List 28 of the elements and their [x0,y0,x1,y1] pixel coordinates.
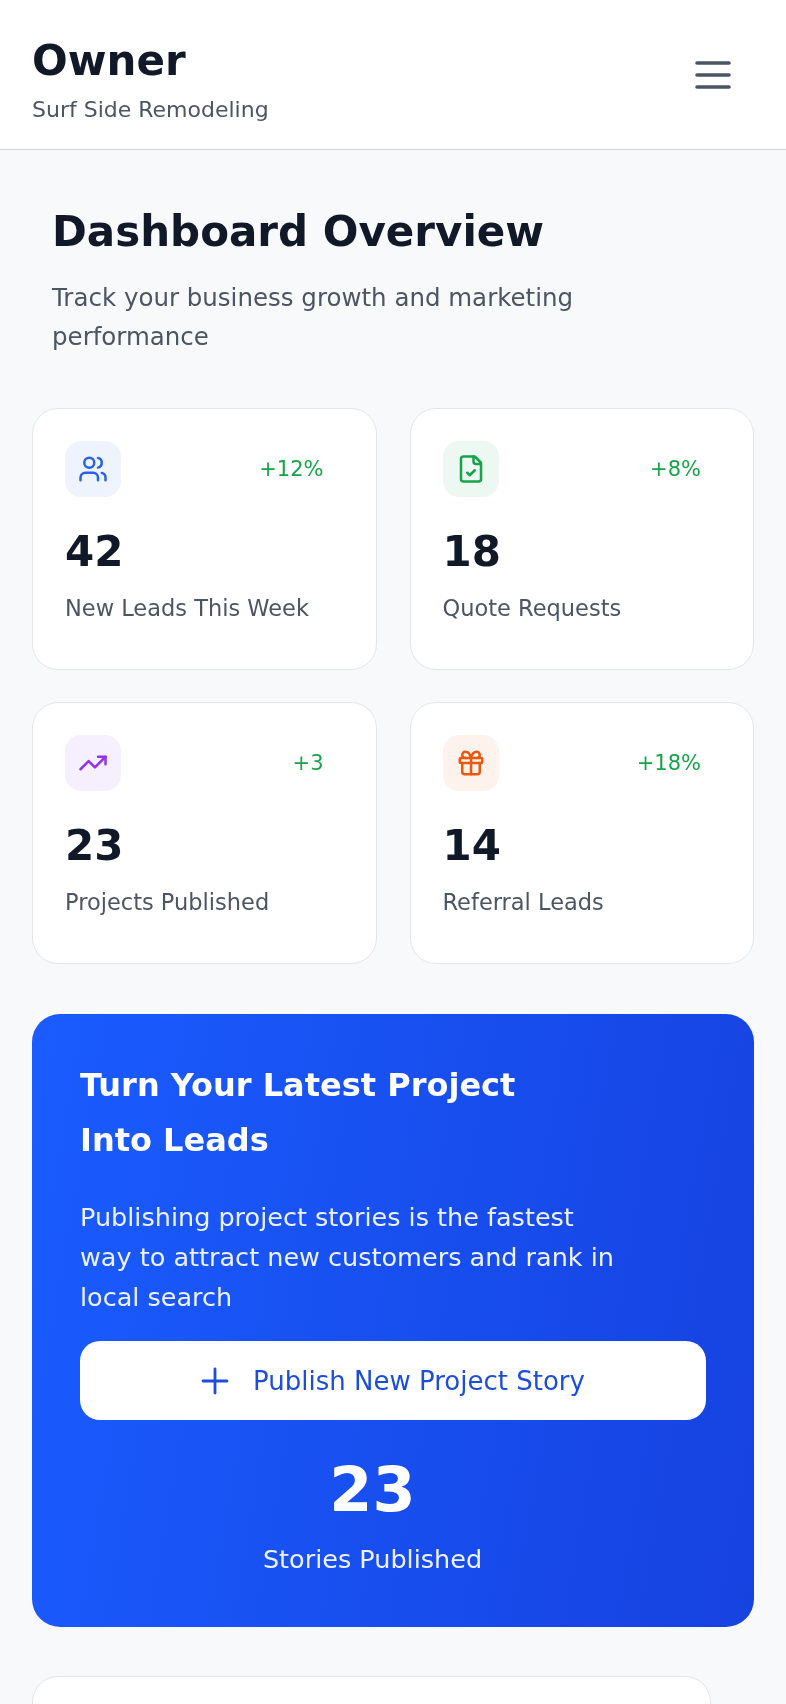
stat-label: New Leads This Week [65,594,310,622]
stories-count: 23 [328,1455,417,1525]
publish-button[interactable]: Publish New Project Story [80,1341,706,1420]
menu-icon [695,61,731,89]
stories-label: Stories Published [261,1543,484,1575]
plus-icon [201,1366,230,1395]
header-title: Owner [32,36,187,86]
company-name: Surf Side Remodeling [32,96,269,124]
change-value: +8% [650,457,701,481]
document-check-icon [442,441,499,497]
stat-label: Quote Requests [442,594,623,622]
users-icon [65,441,121,497]
stat-value: 23 [65,821,125,871]
change-value: +3 [292,751,324,775]
stat-value: 14 [442,821,502,871]
stat-value: 18 [442,527,502,577]
change-value: +18% [636,751,701,775]
stat-value: 42 [65,527,125,577]
promo-text: Publishing project stories is the fastest way to attract new customers and rank in local search [80,1201,615,1314]
menu-button[interactable] [695,61,731,89]
page-title: Dashboard Overview [52,207,546,257]
change-value: +12% [259,457,324,481]
page-subtitle: Track your business growth and marketing performance [52,282,575,353]
trend-arrow-icon [65,735,121,791]
stat-label: Referral Leads [442,888,605,916]
promo-title: Turn Your Latest Project Into Leads [80,1065,517,1161]
stat-label: Projects Published [65,888,271,916]
gift-icon [442,735,499,791]
